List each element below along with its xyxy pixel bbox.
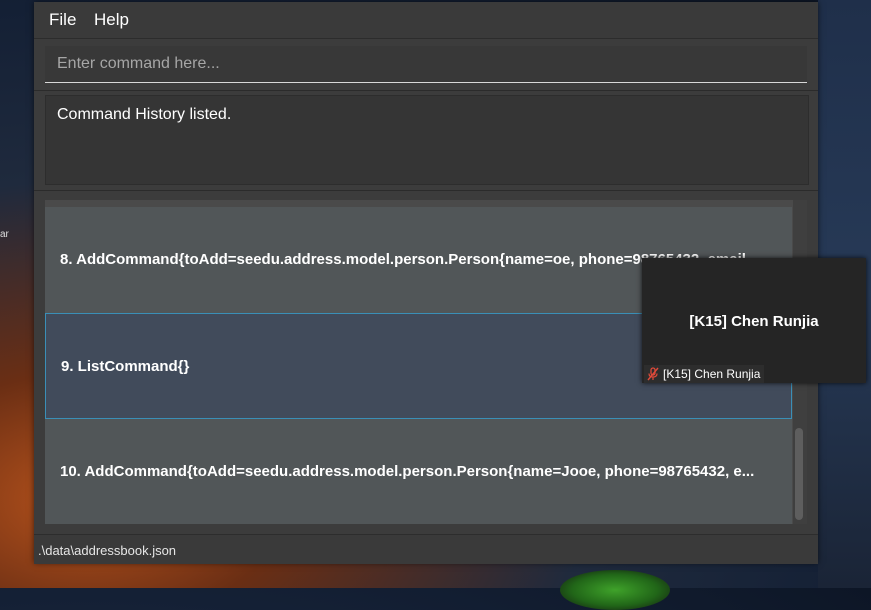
participant-label: [K15] Chen Runjia — [644, 365, 765, 383]
divider — [34, 90, 818, 91]
status-file-path: .\data\addressbook.json — [38, 543, 177, 558]
desktop-icon — [560, 570, 670, 610]
participant-name: [K15] Chen Runjia — [689, 313, 819, 330]
list-item-label: 9. ListCommand{} — [61, 358, 190, 375]
desktop-text: ar — [0, 229, 9, 240]
participant-label-text: [K15] Chen Runjia — [663, 367, 761, 381]
list-item-label: 10. AddCommand{toAdd=seedu.address.model… — [60, 463, 755, 480]
command-input[interactable] — [45, 46, 807, 82]
menu-file[interactable]: File — [49, 10, 76, 30]
mic-muted-icon — [646, 367, 660, 381]
menu-bar: File Help — [34, 2, 818, 39]
result-text: Command History listed. — [57, 106, 232, 123]
video-call-overlay[interactable]: [K15] Chen Runjia [K15] Chen Runjia — [642, 258, 866, 383]
status-bar: .\data\addressbook.json — [34, 534, 818, 564]
scrollbar-thumb[interactable] — [795, 428, 803, 520]
divider — [34, 190, 818, 191]
command-box — [45, 46, 807, 83]
list-item[interactable]: 10. AddCommand{toAdd=seedu.address.model… — [45, 419, 792, 524]
menu-help[interactable]: Help — [94, 10, 129, 30]
result-display[interactable]: Command History listed. — [45, 95, 809, 185]
